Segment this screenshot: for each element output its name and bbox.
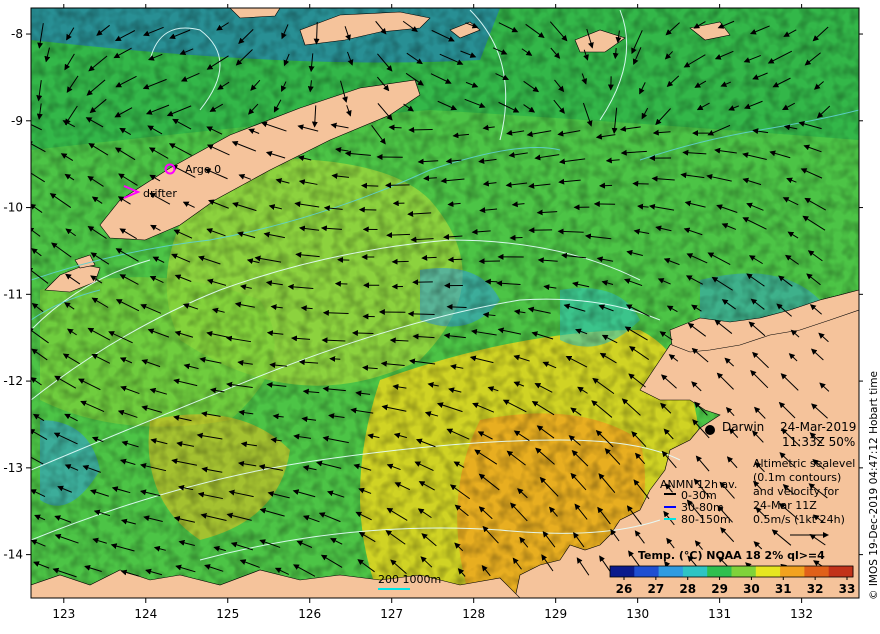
lon-tick-label: 124 [134,607,157,621]
velocity-arrow [386,185,409,186]
argo-label: Argo 0 [185,163,221,176]
velocity-arrow [449,259,463,260]
lon-tick-label: 126 [298,607,321,621]
velocity-arrow [422,257,436,258]
lat-tick-label: -10 [3,201,23,215]
colorbar-swatch [780,566,805,577]
sst-map-figure: Argo 0 drifter Darwin 24-Mar-2019 11:33Z… [0,0,880,630]
lat-tick-label: -11 [3,287,23,301]
lon-tick-label: 130 [626,607,649,621]
colorbar-swatch [634,566,659,577]
darwin-marker [705,425,715,435]
lon-tick-label: 129 [544,607,567,621]
scale-bar-label: 200 1000m [378,573,441,586]
colorbar-swatch [829,566,854,577]
lat-tick-label: -13 [3,461,23,475]
colorbar-gradient [610,566,854,577]
velocity-arrow [362,186,378,187]
colorbar-swatch [804,566,829,577]
colorbar-tick-label: 27 [648,582,665,596]
lon-tick-label: 131 [708,607,731,621]
lat-tick-label: -9 [11,114,23,128]
colorbar-tick-label: 32 [807,582,824,596]
velocity-arrow [409,314,435,315]
lon-tick-label: 128 [462,607,485,621]
lat-tick-label: -14 [3,548,23,562]
colorbar-tick-label: 31 [775,582,792,596]
colorbar-swatch [659,566,684,577]
colorbar-title: Temp. (°C) NOAA 18 2% ql>=4 [638,549,825,562]
colorbar-swatch [756,566,781,577]
map-svg: Argo 0 drifter Darwin 24-Mar-2019 11:33Z… [0,0,880,630]
sealevel-line-4: 24-Mar 11Z [753,499,817,512]
sealevel-line-5: 0.5m/s (1kt 24h) [753,513,845,526]
lon-tick-label: 125 [216,607,239,621]
drifter-label: drifter [143,187,177,200]
lat-tick-label: -8 [11,27,23,41]
velocity-arrow [390,127,402,128]
date-label: 24-Mar-2019 [780,420,856,434]
sealevel-line-3: and velocity for [753,485,839,498]
colorbar-swatch [610,566,635,577]
colorbar-tick-label: 28 [679,582,696,596]
colorbar-swatch [683,566,708,577]
anmn-item-2: 80-150m [681,513,731,526]
lon-tick-label: 123 [52,607,75,621]
sealevel-line-1: Altimetric sealevel [753,457,855,470]
colorbar-swatch [732,566,757,577]
sealevel-line-2: (0.1m contours) [753,471,841,484]
lon-tick-label: 132 [790,607,813,621]
credit-label: © IMOS 19-Dec-2019 04:47:12 Hobart time [868,371,880,600]
velocity-arrow [353,333,374,334]
lon-tick-label: 127 [380,607,403,621]
lat-tick-label: -12 [3,374,23,388]
colorbar-swatch [707,566,732,577]
colorbar-tick-label: 29 [711,582,728,596]
velocity-arrow [330,359,340,360]
darwin-label: Darwin [722,420,764,434]
colorbar-tick-label: 33 [839,582,856,596]
colorbar-tick-label: 26 [616,582,633,596]
velocity-arrow [409,129,432,130]
time-cover-label: 11:33Z 50% [782,435,855,449]
colorbar-tick-label: 30 [743,582,760,596]
